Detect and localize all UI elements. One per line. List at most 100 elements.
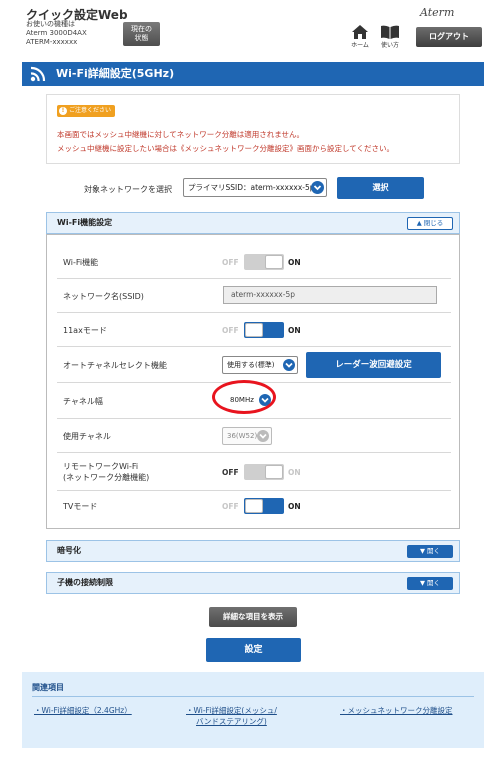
row-wifi-function: Wi-Fi機能 OFF ON xyxy=(57,245,451,279)
status-button-line2: 状態 xyxy=(134,34,149,42)
expand-button[interactable]: ▼ 開く xyxy=(407,577,453,590)
page-title-bar: Wi-Fi詳細設定(5GHz) xyxy=(22,62,484,86)
switch-on-label: ON xyxy=(288,467,301,477)
row-label: ネットワーク名(SSID) xyxy=(63,292,144,301)
aterm-logo: Aterm xyxy=(420,6,455,19)
switch-off-label: OFF xyxy=(222,257,239,267)
header: クイック設定Web お使いの機種は Aterm 3000D4AX ATERM-x… xyxy=(0,0,500,58)
notice-line-1: 本画面ではメッシュ中継機に対してネットワーク分離は適用されません。 xyxy=(57,130,305,139)
book-icon xyxy=(381,25,399,39)
page-title: Wi-Fi詳細設定(5GHz) xyxy=(56,67,175,80)
remote-work-switch[interactable]: OFF ON xyxy=(222,464,301,480)
switch-track xyxy=(244,498,284,514)
switch-knob xyxy=(245,323,263,337)
switch-knob xyxy=(245,499,263,513)
row-label: 使用チャネル xyxy=(63,432,111,441)
collapse-button[interactable]: ▲ 閉じる xyxy=(407,217,453,230)
related-links-panel: 関連項目 ・Wi-Fi詳細設定（2.4GHz） ・Wi-Fi詳細設定(メッシュ/… xyxy=(22,672,484,748)
row-ssid: ネットワーク名(SSID) aterm-xxxxxx-5p xyxy=(57,279,451,313)
switch-off-label: OFF xyxy=(222,467,239,477)
select-button[interactable]: 選択 xyxy=(337,177,424,199)
highlight-circle xyxy=(212,380,276,414)
expand-label: 開く xyxy=(427,547,441,555)
divider xyxy=(32,696,474,697)
home-icon xyxy=(352,25,368,39)
notice-tag-label: ご注意ください xyxy=(69,107,112,114)
related-title: 関連項目 xyxy=(32,683,64,692)
link-wifi-mesh[interactable]: ・Wi-Fi詳細設定(メッシュ/バンドステアリング) xyxy=(186,705,277,727)
row-label: 11axモード xyxy=(63,326,107,335)
switch-on-label: ON xyxy=(288,325,301,335)
switch-off-label: OFF xyxy=(222,501,239,511)
chevron-down-icon xyxy=(283,359,295,371)
row-tv-mode: TVモード OFF ON xyxy=(57,491,451,521)
encryption-section-header[interactable]: 暗号化 ▼ 開く xyxy=(46,540,460,562)
row-label: Wi-Fi機能 xyxy=(63,258,99,267)
link-label-line1: Wi-Fi詳細設定(メッシュ/ xyxy=(193,706,277,715)
home-label: ホーム xyxy=(351,42,369,49)
status-button-line1: 現在の xyxy=(131,25,152,33)
row-label-line1: リモートワークWi-Fi xyxy=(63,462,139,471)
link-label: Wi-Fi詳細設定（2.4GHz） xyxy=(41,706,132,715)
switch-on-label: ON xyxy=(288,501,301,511)
switch-knob xyxy=(265,465,283,479)
howto-link[interactable]: 使い方 xyxy=(375,25,405,49)
expand-button[interactable]: ▼ 開く xyxy=(407,545,453,558)
collapse-label: 閉じる xyxy=(423,219,444,227)
current-status-button[interactable]: 現在の 状態 xyxy=(123,22,160,46)
chevron-down-icon xyxy=(257,430,269,442)
wifi-function-switch[interactable]: OFF ON xyxy=(222,254,301,270)
encryption-section-title: 暗号化 xyxy=(57,546,81,555)
row-remote-work-wifi: リモートワークWi-Fi (ネットワーク分離機能) OFF ON xyxy=(57,453,451,491)
radar-avoidance-button[interactable]: レーダー波回避設定 xyxy=(306,352,441,378)
11ax-mode-switch[interactable]: OFF ON xyxy=(222,322,301,338)
link-mesh-isolation[interactable]: ・メッシュネットワーク分離設定 xyxy=(340,705,453,716)
show-details-button[interactable]: 詳細な項目を表示 xyxy=(209,607,297,627)
row-label: チャネル幅 xyxy=(63,397,103,406)
switch-off-label: OFF xyxy=(222,325,239,335)
row-auto-channel: オートチャネルセレクト機能 使用する(標準) レーダー波回避設定 xyxy=(57,347,451,383)
wifi-section-header[interactable]: Wi-Fi機能設定 ▲ 閉じる xyxy=(46,212,460,234)
expand-label: 開く xyxy=(427,579,441,587)
link-wifi-24ghz[interactable]: ・Wi-Fi詳細設定（2.4GHz） xyxy=(34,705,132,716)
switch-track xyxy=(244,464,284,480)
target-network-value: プライマリSSID：aterm-xxxxxx-5p xyxy=(188,183,315,192)
device-model: Aterm 3000D4AX xyxy=(26,29,87,37)
chevron-down-icon: ▼ xyxy=(419,579,428,587)
device-name: ATERM-xxxxxx xyxy=(26,38,78,46)
child-restriction-title: 子機の接続制限 xyxy=(57,578,113,587)
row-11ax-mode: 11axモード OFF ON xyxy=(57,313,451,347)
chevron-down-icon: ▼ xyxy=(419,547,428,555)
row-label: TVモード xyxy=(63,502,98,511)
child-restriction-section-header[interactable]: 子機の接続制限 ▼ 開く xyxy=(46,572,460,594)
row-channel: 使用チャネル 36(W52) xyxy=(57,419,451,453)
link-label: メッシュネットワーク分離設定 xyxy=(347,706,453,715)
target-network-select[interactable]: プライマリSSID：aterm-xxxxxx-5p xyxy=(183,178,327,197)
chevron-down-icon xyxy=(311,181,324,194)
auto-channel-select[interactable]: 使用する(標準) xyxy=(222,356,298,374)
channel-select[interactable]: 36(W52) xyxy=(222,427,272,445)
auto-channel-value: 使用する(標準) xyxy=(227,361,275,369)
row-label: オートチャネルセレクト機能 xyxy=(63,361,167,370)
row-label-line2: (ネットワーク分離機能) xyxy=(63,473,150,482)
switch-track xyxy=(244,254,284,270)
switch-on-label: ON xyxy=(288,257,301,267)
howto-label: 使い方 xyxy=(380,42,399,49)
wifi-section-title: Wi-Fi機能設定 xyxy=(57,218,113,227)
notice-tag: ! ご注意ください xyxy=(57,105,116,117)
set-button[interactable]: 設定 xyxy=(206,638,301,662)
logout-button[interactable]: ログアウト xyxy=(416,27,482,47)
notice-line-2: メッシュ中継機に設定したい場合は《メッシュネットワーク分離設定》画面から設定して… xyxy=(57,144,395,153)
link-label-line2: バンドステアリング) xyxy=(196,717,267,726)
chevron-up-icon: ▲ xyxy=(416,219,424,227)
target-network-label: 対象ネットワークを選択 xyxy=(84,185,172,194)
ssid-field[interactable]: aterm-xxxxxx-5p xyxy=(223,286,437,304)
channel-value: 36(W52) xyxy=(227,432,258,440)
device-caption: お使いの機種は xyxy=(26,20,75,28)
notice-box: ! ご注意ください 本画面ではメッシュ中継機に対してネットワーク分離は適用されませ… xyxy=(46,94,460,164)
switch-track xyxy=(244,322,284,338)
switch-knob xyxy=(265,255,283,269)
home-link[interactable]: ホーム xyxy=(345,25,375,49)
tv-mode-switch[interactable]: OFF ON xyxy=(222,498,301,514)
exclamation-icon: ! xyxy=(59,107,67,115)
